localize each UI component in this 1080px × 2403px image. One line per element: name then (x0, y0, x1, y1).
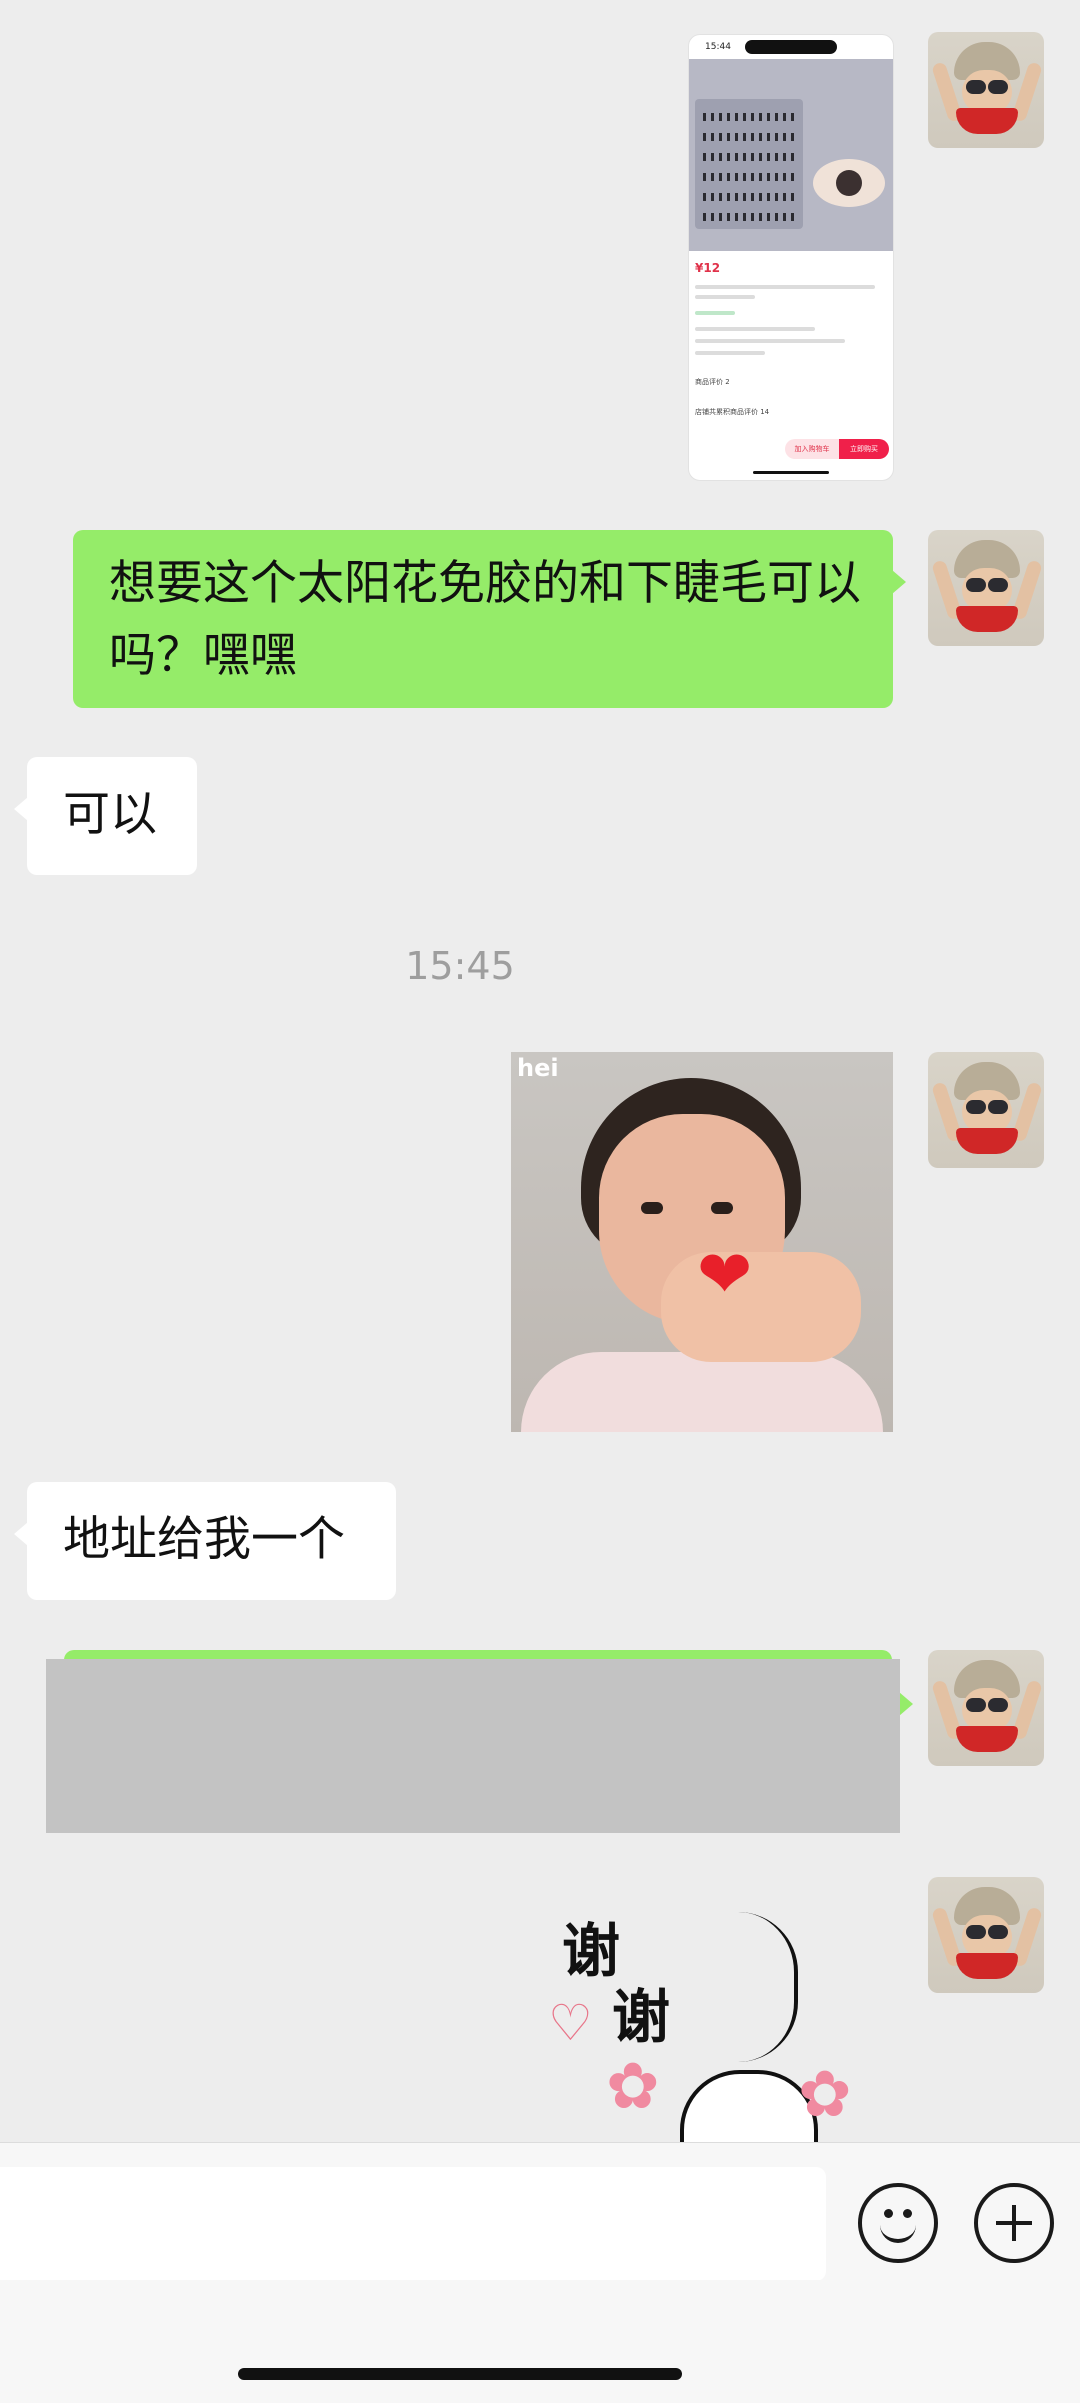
screenshot-status-bar: 15:44 (689, 35, 893, 59)
plus-circle-icon[interactable] (974, 2183, 1054, 2263)
message-text: 可以 (63, 787, 157, 842)
dynamic-island (745, 40, 837, 54)
my-avatar[interactable] (928, 1650, 1044, 1766)
photo-message[interactable]: ❤ hei (511, 1052, 893, 1432)
chat-input-bar (0, 2142, 1080, 2281)
my-avatar[interactable] (928, 1877, 1044, 1993)
lash-box-image (695, 99, 803, 229)
sent-message-bubble[interactable]: 想要这个太阳花免胶的和下睫毛可以吗？嘿嘿 (73, 530, 906, 708)
sticker-text: 谢 (612, 1983, 671, 2051)
photo-caption: hei (517, 1054, 559, 1082)
add-to-cart-button: 加入购物车 (785, 439, 839, 459)
flower-icon: ✿ (606, 2050, 660, 2124)
screenshot-time: 15:44 (705, 42, 731, 52)
home-indicator[interactable] (238, 2368, 682, 2380)
received-message-bubble[interactable]: 地址给我一个 (14, 1482, 396, 1600)
product-hero-image (689, 59, 893, 251)
shop-review-label: 店铺共累积商品评价 14 (695, 408, 770, 416)
chat-timestamp: 15:45 (405, 944, 515, 988)
heart-icon: ❤ (697, 1236, 753, 1313)
received-message-bubble[interactable]: 可以 (14, 757, 197, 875)
flower-icon: ✿ (798, 2058, 852, 2132)
product-screenshot-message[interactable]: 15:44 ¥12 商品评价 2 店铺共累积商品评价 14 加入购物车 立即购买 (688, 34, 894, 481)
smiley-face-icon[interactable] (858, 2183, 938, 2263)
eye-image (813, 159, 885, 207)
redacted-message (46, 1659, 900, 1833)
message-text: 想要这个太阳花免胶的和下睫毛可以吗？嘿嘿 (109, 556, 861, 683)
sticker-message[interactable]: 谢 谢 ♡ ✿ ✿ (520, 1890, 900, 2142)
my-avatar[interactable] (928, 530, 1044, 646)
product-review-label: 商品评价 2 (695, 378, 730, 386)
product-price: ¥12 (695, 261, 721, 275)
message-input[interactable] (0, 2167, 826, 2281)
my-avatar[interactable] (928, 1052, 1044, 1168)
my-avatar[interactable] (928, 32, 1044, 148)
heart-icon: ♡ (548, 1994, 593, 2052)
message-text: 地址给我一个 (63, 1512, 345, 1567)
buy-now-button: 立即购买 (839, 439, 889, 459)
